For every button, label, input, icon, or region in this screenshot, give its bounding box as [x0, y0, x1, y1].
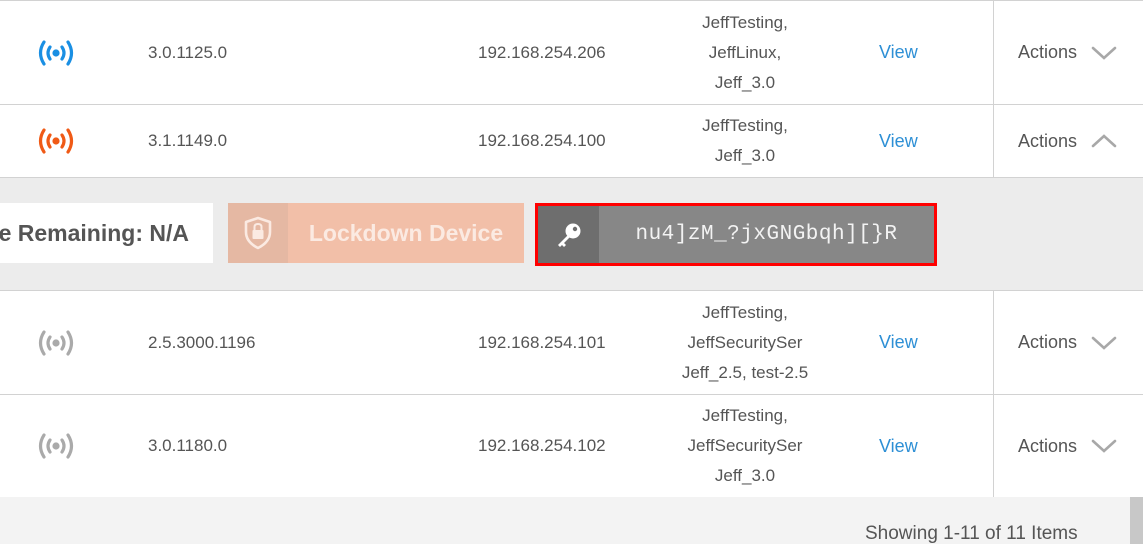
groups-cell: JeffTesting, JeffLinux, Jeff_3.0 [681, 1, 809, 104]
lockdown-label: Lockdown Device [308, 219, 504, 246]
column-divider [993, 291, 994, 394]
ip-cell: 192.168.254.102 [478, 436, 606, 455]
actions-label: Actions [1018, 435, 1078, 456]
column-divider [993, 395, 994, 497]
lockdown-device-button[interactable]: Lockdown Device [228, 203, 524, 263]
actions-label: Actions [1018, 332, 1078, 352]
key-icon-wrap [538, 206, 599, 263]
version-cell: 3.1.1149.0 [148, 131, 228, 150]
ip-cell: 192.168.254.101 [478, 332, 606, 352]
ip-cell: 192.168.254.100 [478, 131, 606, 150]
actions-dropdown[interactable]: Actions [1018, 291, 1117, 394]
key-icon [557, 223, 580, 247]
version-cell: 3.0.1180.0 [148, 436, 228, 455]
group-name: Jeff_3.0 [714, 72, 776, 92]
table-row: 2.5.3000.1196 192.168.254.101 JeffTestin… [0, 291, 1143, 395]
password-value[interactable]: nu4]zM_?jxGNGbqh][}R [599, 206, 934, 263]
groups-cell: JeffTesting, JeffSecuritySer Jeff_2.5, t… [681, 291, 809, 394]
group-name: JeffTesting, [702, 406, 788, 425]
status-cell [36, 291, 76, 394]
view-link[interactable]: View [879, 395, 918, 497]
ip-cell: 192.168.254.206 [478, 42, 606, 62]
actions-dropdown[interactable]: Actions [1018, 1, 1117, 104]
version-cell: 3.0.1125.0 [148, 42, 228, 62]
groups-cell: JeffTesting, JeffSecuritySer Jeff_3.0 [681, 395, 809, 497]
groups-cell: JeffTesting, Jeff_3.0 [681, 105, 809, 177]
view-link[interactable]: View [879, 291, 918, 394]
time-remaining: Time Remaining: N/A [0, 203, 213, 263]
table-row: 3.0.1125.0 192.168.254.206 JeffTesting, … [0, 0, 1143, 105]
table-row: 3.0.1180.0 192.168.254.102 JeffTesting, … [0, 395, 1143, 497]
group-name: Jeff_2.5, test-2.5 [681, 362, 809, 382]
actions-dropdown[interactable]: Actions [1018, 395, 1117, 497]
group-name: Jeff_3.0 [714, 466, 776, 485]
version-cell: 2.5.3000.1196 [148, 332, 256, 352]
table-row: 3.1.1149.0 192.168.254.100 JeffTesting, … [0, 105, 1143, 178]
actions-dropdown[interactable]: Actions [1018, 105, 1117, 177]
group-name: JeffSecuritySer [687, 332, 803, 352]
view-link[interactable]: View [879, 1, 918, 104]
chevron-down-icon[interactable] [1091, 438, 1117, 454]
broadcast-icon [36, 432, 76, 460]
column-divider [993, 105, 994, 177]
actions-label: Actions [1018, 130, 1078, 151]
group-name: JeffSecuritySer [687, 436, 803, 455]
view-link[interactable]: View [879, 105, 918, 177]
broadcast-icon [36, 127, 76, 155]
password-display[interactable]: nu4]zM_?jxGNGbqh][}R [535, 203, 937, 266]
group-name: JeffTesting, [702, 12, 788, 32]
scrollbar-thumb[interactable] [1130, 497, 1143, 544]
status-cell [36, 1, 76, 104]
group-name: Jeff_3.0 [714, 146, 776, 165]
group-name: JeffLinux, [708, 42, 782, 62]
pagination-summary: Showing 1-11 of 11 Items [865, 523, 1078, 544]
column-divider [993, 1, 994, 104]
actions-label: Actions [1018, 42, 1078, 62]
status-cell [36, 105, 76, 177]
chevron-up-icon[interactable] [1091, 133, 1117, 149]
group-name: JeffTesting, [702, 116, 788, 135]
chevron-down-icon[interactable] [1091, 335, 1117, 351]
group-name: JeffTesting, [702, 302, 788, 322]
broadcast-icon [36, 329, 76, 357]
status-cell [36, 395, 76, 497]
broadcast-icon [36, 39, 76, 67]
chevron-down-icon[interactable] [1091, 45, 1117, 61]
lockdown-icon-wrap [228, 203, 288, 263]
expanded-row-panel: Time Remaining: N/A Lockdown Device nu4]… [0, 178, 1143, 291]
shield-lock-icon [244, 216, 272, 250]
